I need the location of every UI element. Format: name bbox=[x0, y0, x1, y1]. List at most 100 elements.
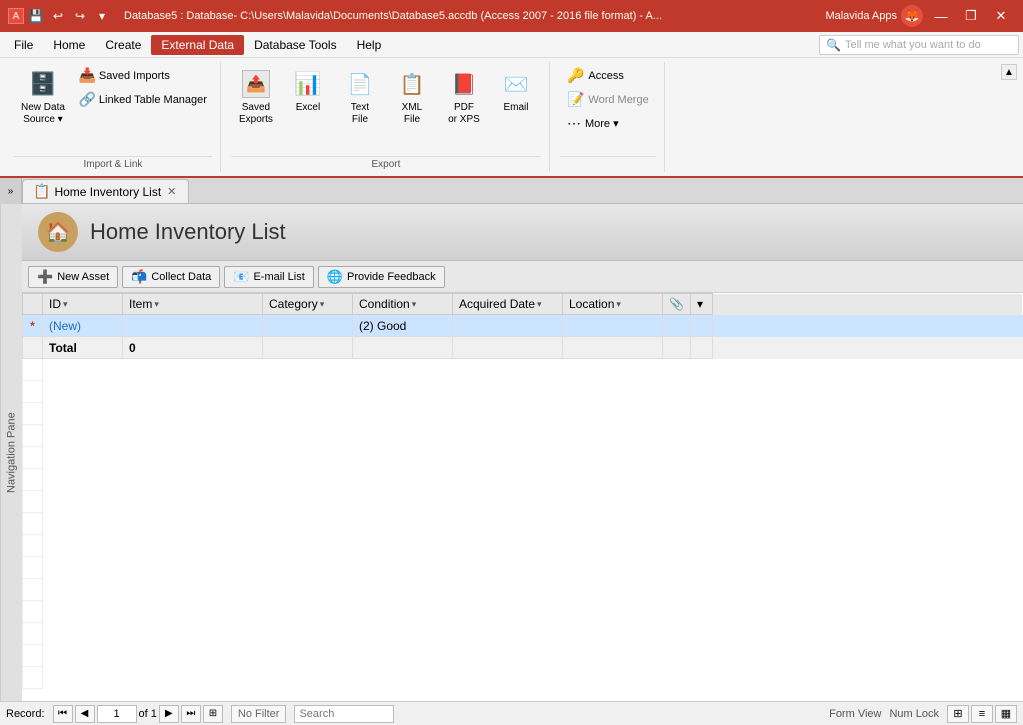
table-header: ID ▾ Item ▾ bbox=[23, 294, 1023, 315]
datasheet-view-button[interactable]: ≡ bbox=[971, 705, 993, 723]
ribbon-collapse-button[interactable]: ▲ bbox=[1001, 64, 1017, 80]
condition-sort-icon[interactable]: ▾ bbox=[412, 299, 417, 310]
first-record-button[interactable]: ⏮ bbox=[53, 705, 73, 723]
menu-home[interactable]: Home bbox=[43, 35, 95, 55]
saved-exports-icon: 📤 bbox=[240, 68, 272, 100]
th-acquired-date[interactable]: Acquired Date ▾ bbox=[453, 294, 563, 315]
menu-external-data[interactable]: External Data bbox=[151, 35, 244, 55]
cell-item-new[interactable] bbox=[123, 315, 263, 337]
more-button[interactable]: ⋯ More ▾ bbox=[560, 112, 656, 135]
th-row-marker bbox=[23, 294, 43, 315]
item-sort-icon[interactable]: ▾ bbox=[154, 299, 159, 310]
next-record-button[interactable]: ▶ bbox=[159, 705, 179, 723]
excel-icon: 📊 bbox=[292, 68, 324, 100]
last-record-button[interactable]: ⏭ bbox=[181, 705, 201, 723]
table-row bbox=[23, 447, 1023, 469]
qat-undo-button[interactable]: ↩ bbox=[48, 6, 68, 26]
cell-location-new[interactable] bbox=[563, 315, 663, 337]
ribbon-content: 🗄️ New DataSource ▾ 📥 Saved Imports 🔗 Li… bbox=[0, 58, 1023, 176]
pdf-xps-button[interactable]: 📕 PDFor XPS bbox=[439, 64, 489, 130]
cell-category-new[interactable] bbox=[263, 315, 353, 337]
access-button[interactable]: 🔑 Access bbox=[560, 64, 656, 87]
th-attach: 📎 bbox=[663, 294, 691, 315]
th-condition[interactable]: Condition ▾ bbox=[353, 294, 453, 315]
email-button[interactable]: ✉️ Email bbox=[491, 64, 541, 117]
window-title: Database5 : Database- C:\Users\Malavida\… bbox=[124, 10, 662, 22]
cell-condition-new[interactable]: (2) Good bbox=[353, 315, 453, 337]
acquired-sort-icon[interactable]: ▾ bbox=[537, 299, 542, 310]
text-file-button[interactable]: 📄 TextFile bbox=[335, 64, 385, 130]
menu-create[interactable]: Create bbox=[95, 35, 151, 55]
table-row bbox=[23, 381, 1023, 403]
qat-redo-button[interactable]: ↪ bbox=[70, 6, 90, 26]
table-container[interactable]: ID ▾ Item ▾ bbox=[22, 293, 1023, 701]
menu-help[interactable]: Help bbox=[347, 35, 392, 55]
app-content: » Navigation Pane 📋 Home Inventory List … bbox=[0, 178, 1023, 701]
th-category[interactable]: Category ▾ bbox=[263, 294, 353, 315]
th-extra[interactable]: ▾ bbox=[690, 294, 712, 315]
tab-close-button[interactable]: ✕ bbox=[165, 185, 178, 198]
window-controls: — ❐ ✕ bbox=[927, 4, 1015, 28]
word-merge-icon: 📝 bbox=[567, 91, 584, 108]
col-id-label: ID bbox=[49, 297, 61, 311]
th-item[interactable]: Item ▾ bbox=[123, 294, 263, 315]
collect-data-button[interactable]: 📬 Collect Data bbox=[122, 266, 220, 288]
close-button[interactable]: ✕ bbox=[987, 4, 1015, 28]
home-inventory-tab[interactable]: 📋 Home Inventory List ✕ bbox=[22, 179, 189, 203]
word-merge-label: Word Merge bbox=[588, 94, 648, 106]
menu-file[interactable]: File bbox=[4, 35, 43, 55]
saved-imports-button[interactable]: 📥 Saved Imports bbox=[74, 64, 212, 87]
new-asset-button[interactable]: ➕ New Asset bbox=[28, 266, 118, 288]
location-sort-icon[interactable]: ▾ bbox=[616, 299, 621, 310]
linked-table-manager-button[interactable]: 🔗 Linked Table Manager bbox=[74, 88, 212, 111]
layout-view-button[interactable]: ▦ bbox=[995, 705, 1017, 723]
view-icons: ⊞ ≡ ▦ bbox=[947, 705, 1017, 723]
th-id[interactable]: ID ▾ bbox=[43, 294, 123, 315]
pane-expand-button[interactable]: » bbox=[0, 178, 22, 204]
form-view-label: Form View bbox=[829, 708, 881, 720]
qat-save-button[interactable]: 💾 bbox=[26, 6, 46, 26]
cell-acquired-new[interactable] bbox=[453, 315, 563, 337]
id-sort-icon[interactable]: ▾ bbox=[63, 299, 68, 310]
form-toolbar: ➕ New Asset 📬 Collect Data 📧 E-mail List… bbox=[22, 261, 1023, 293]
new-record-button[interactable]: ⊞ bbox=[203, 705, 223, 723]
cell-attach-new bbox=[663, 315, 691, 337]
th-location[interactable]: Location ▾ bbox=[563, 294, 663, 315]
word-merge-button[interactable]: 📝 Word Merge bbox=[560, 88, 656, 111]
category-sort-icon[interactable]: ▾ bbox=[320, 299, 325, 310]
new-data-source-button[interactable]: 🗄️ New DataSource ▾ bbox=[14, 64, 72, 130]
current-record-input[interactable] bbox=[97, 705, 137, 723]
search-icon: 🔍 bbox=[826, 38, 841, 52]
form-area: 🏠 Home Inventory List ➕ New Asset 📬 Coll… bbox=[22, 204, 1023, 701]
table-row[interactable]: * (New) (2) Good bbox=[23, 315, 1023, 337]
email-list-button[interactable]: 📧 E-mail List bbox=[224, 266, 314, 288]
xml-file-button[interactable]: 📋 XMLFile bbox=[387, 64, 437, 130]
xml-file-icon: 📋 bbox=[396, 68, 428, 100]
no-filter-button[interactable]: No Filter bbox=[231, 705, 287, 723]
table-row bbox=[23, 359, 1023, 381]
prev-record-button[interactable]: ◀ bbox=[75, 705, 95, 723]
more-label: More ▾ bbox=[585, 117, 619, 130]
more-icon: ⋯ bbox=[567, 115, 581, 132]
table-row bbox=[23, 403, 1023, 425]
menu-database-tools[interactable]: Database Tools bbox=[244, 35, 347, 55]
provide-feedback-button[interactable]: 🌐 Provide Feedback bbox=[318, 266, 445, 288]
form-view-button[interactable]: ⊞ bbox=[947, 705, 969, 723]
empty-marker bbox=[23, 359, 43, 381]
cell-category-total bbox=[263, 337, 353, 359]
qat-dropdown-button[interactable]: ▾ bbox=[92, 6, 112, 26]
tell-me-placeholder[interactable]: Tell me what you want to do bbox=[845, 39, 981, 51]
menu-bar: File Home Create External Data Database … bbox=[0, 32, 1023, 58]
of-label: of 1 bbox=[139, 708, 157, 720]
navigation-pane-tab[interactable]: Navigation Pane bbox=[0, 204, 22, 701]
search-input[interactable] bbox=[294, 705, 394, 723]
ribbon: 🗄️ New DataSource ▾ 📥 Saved Imports 🔗 Li… bbox=[0, 58, 1023, 178]
table-row bbox=[23, 469, 1023, 491]
ribbon-import-stack: 📥 Saved Imports 🔗 Linked Table Manager bbox=[74, 64, 212, 111]
title-bar: A 💾 ↩ ↪ ▾ Database5 : Database- C:\Users… bbox=[0, 0, 1023, 32]
minimize-button[interactable]: — bbox=[927, 4, 955, 28]
excel-button[interactable]: 📊 Excel bbox=[283, 64, 333, 117]
cell-id-new[interactable]: (New) bbox=[43, 315, 123, 337]
saved-exports-button[interactable]: 📤 SavedExports bbox=[231, 64, 281, 130]
restore-button[interactable]: ❐ bbox=[957, 4, 985, 28]
